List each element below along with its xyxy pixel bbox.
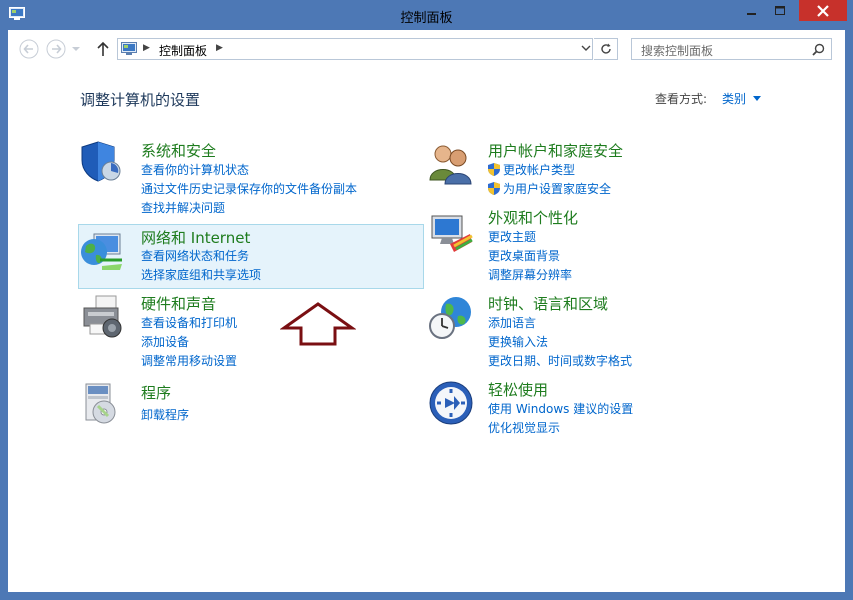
link-homegroup-sharing[interactable]: 选择家庭组和共享选项 [141,266,261,283]
view-by-label: 查看方式: [655,92,708,106]
ease-of-access-icon [429,381,473,425]
forward-button[interactable] [45,38,67,60]
control-panel-window: 控制面板 ▶ 控制面板 ▶ 搜索控制面板 调整计算机的设置 查看方式: 类别 系… [0,0,853,600]
link-change-account-type[interactable]: 更改帐户类型 [488,161,575,178]
window-title: 控制面板 [400,11,453,26]
link-file-history-backup[interactable]: 通过文件历史记录保存你的文件备份副本 [141,180,357,197]
uac-shield-icon [488,163,500,176]
back-arrow-icon [19,39,39,59]
chevron-down-icon[interactable] [581,43,591,55]
link-date-time-format[interactable]: 更改日期、时间或数字格式 [488,352,632,369]
maximize-button[interactable] [766,0,794,21]
breadcrumb-control-panel[interactable]: 控制面板 [159,42,207,59]
programs-icon [85,383,116,424]
title-bar[interactable]: 控制面板 [0,0,853,30]
annotation-up-arrow-icon [280,302,356,346]
users-icon [429,145,472,185]
link-family-safety-label[interactable]: 为用户设置家庭安全 [503,182,611,196]
link-view-network-status[interactable]: 查看网络状态和任务 [141,247,249,264]
refresh-icon [600,43,611,54]
up-button[interactable] [92,38,114,60]
recent-locations-button[interactable] [70,38,82,60]
link-windows-recommended-settings[interactable]: 使用 Windows 建议的设置 [488,400,633,417]
link-change-input-method[interactable]: 更换输入法 [488,333,548,350]
category-system-security-title[interactable]: 系统和安全 [141,140,216,161]
search-icon[interactable] [812,43,825,56]
category-network-internet-title[interactable]: 网络和 Internet [141,227,250,248]
link-family-safety[interactable]: 为用户设置家庭安全 [488,180,611,197]
chevron-down-icon[interactable] [753,96,761,101]
close-icon [817,4,829,17]
printer-icon [83,295,122,338]
maximize-icon [775,5,785,15]
breadcrumb-separator-icon[interactable]: ▶ [216,43,223,53]
link-view-computer-status[interactable]: 查看你的计算机状态 [141,161,249,178]
link-add-device[interactable]: 添加设备 [141,333,189,350]
refresh-button[interactable] [594,38,618,60]
link-mobility-settings[interactable]: 调整常用移动设置 [141,352,237,369]
control-panel-icon [121,42,137,55]
view-by-dropdown[interactable]: 类别 [722,90,746,107]
link-troubleshoot[interactable]: 查找并解决问题 [141,199,225,216]
address-bar[interactable]: ▶ 控制面板 ▶ [117,38,593,60]
forward-arrow-icon [46,39,66,59]
category-ease-of-access-title[interactable]: 轻松使用 [488,379,548,400]
category-clock-language-title[interactable]: 时钟、语言和区域 [488,293,608,314]
link-add-language[interactable]: 添加语言 [488,314,536,331]
category-appearance-title[interactable]: 外观和个性化 [488,207,578,228]
category-user-accounts-title[interactable]: 用户帐户和家庭安全 [488,140,623,161]
uac-shield-icon [488,182,500,195]
clock-globe-icon [429,297,471,339]
link-optimize-visual-display[interactable]: 优化视觉显示 [488,419,560,436]
globe-network-icon [81,233,122,270]
shield-icon [81,141,121,182]
minimize-icon [747,12,756,15]
category-programs-title[interactable]: 程序 [141,382,171,403]
link-change-account-type-label[interactable]: 更改帐户类型 [503,163,575,177]
chevron-down-icon [72,47,80,51]
link-change-desktop-background[interactable]: 更改桌面背景 [488,247,560,264]
search-input[interactable]: 搜索控制面板 [641,42,713,59]
minimize-button[interactable] [738,0,766,21]
search-box[interactable]: 搜索控制面板 [631,38,832,60]
close-button[interactable] [799,0,847,21]
link-change-theme[interactable]: 更改主题 [488,228,536,245]
content-pane: ▶ 控制面板 ▶ 搜索控制面板 调整计算机的设置 查看方式: 类别 系统和安全 … [8,30,845,592]
navigation-bar: ▶ 控制面板 ▶ 搜索控制面板 [8,30,845,68]
up-arrow-icon [97,41,109,56]
link-uninstall-program[interactable]: 卸载程序 [141,406,189,423]
breadcrumb-separator-icon[interactable]: ▶ [143,43,150,53]
link-screen-resolution[interactable]: 调整屏幕分辨率 [488,266,572,283]
link-devices-printers[interactable]: 查看设备和打印机 [141,314,237,331]
page-title: 调整计算机的设置 [80,91,201,109]
category-hardware-sound-title[interactable]: 硬件和声音 [141,293,216,314]
back-button[interactable] [18,38,40,60]
monitor-palette-icon [431,215,473,252]
